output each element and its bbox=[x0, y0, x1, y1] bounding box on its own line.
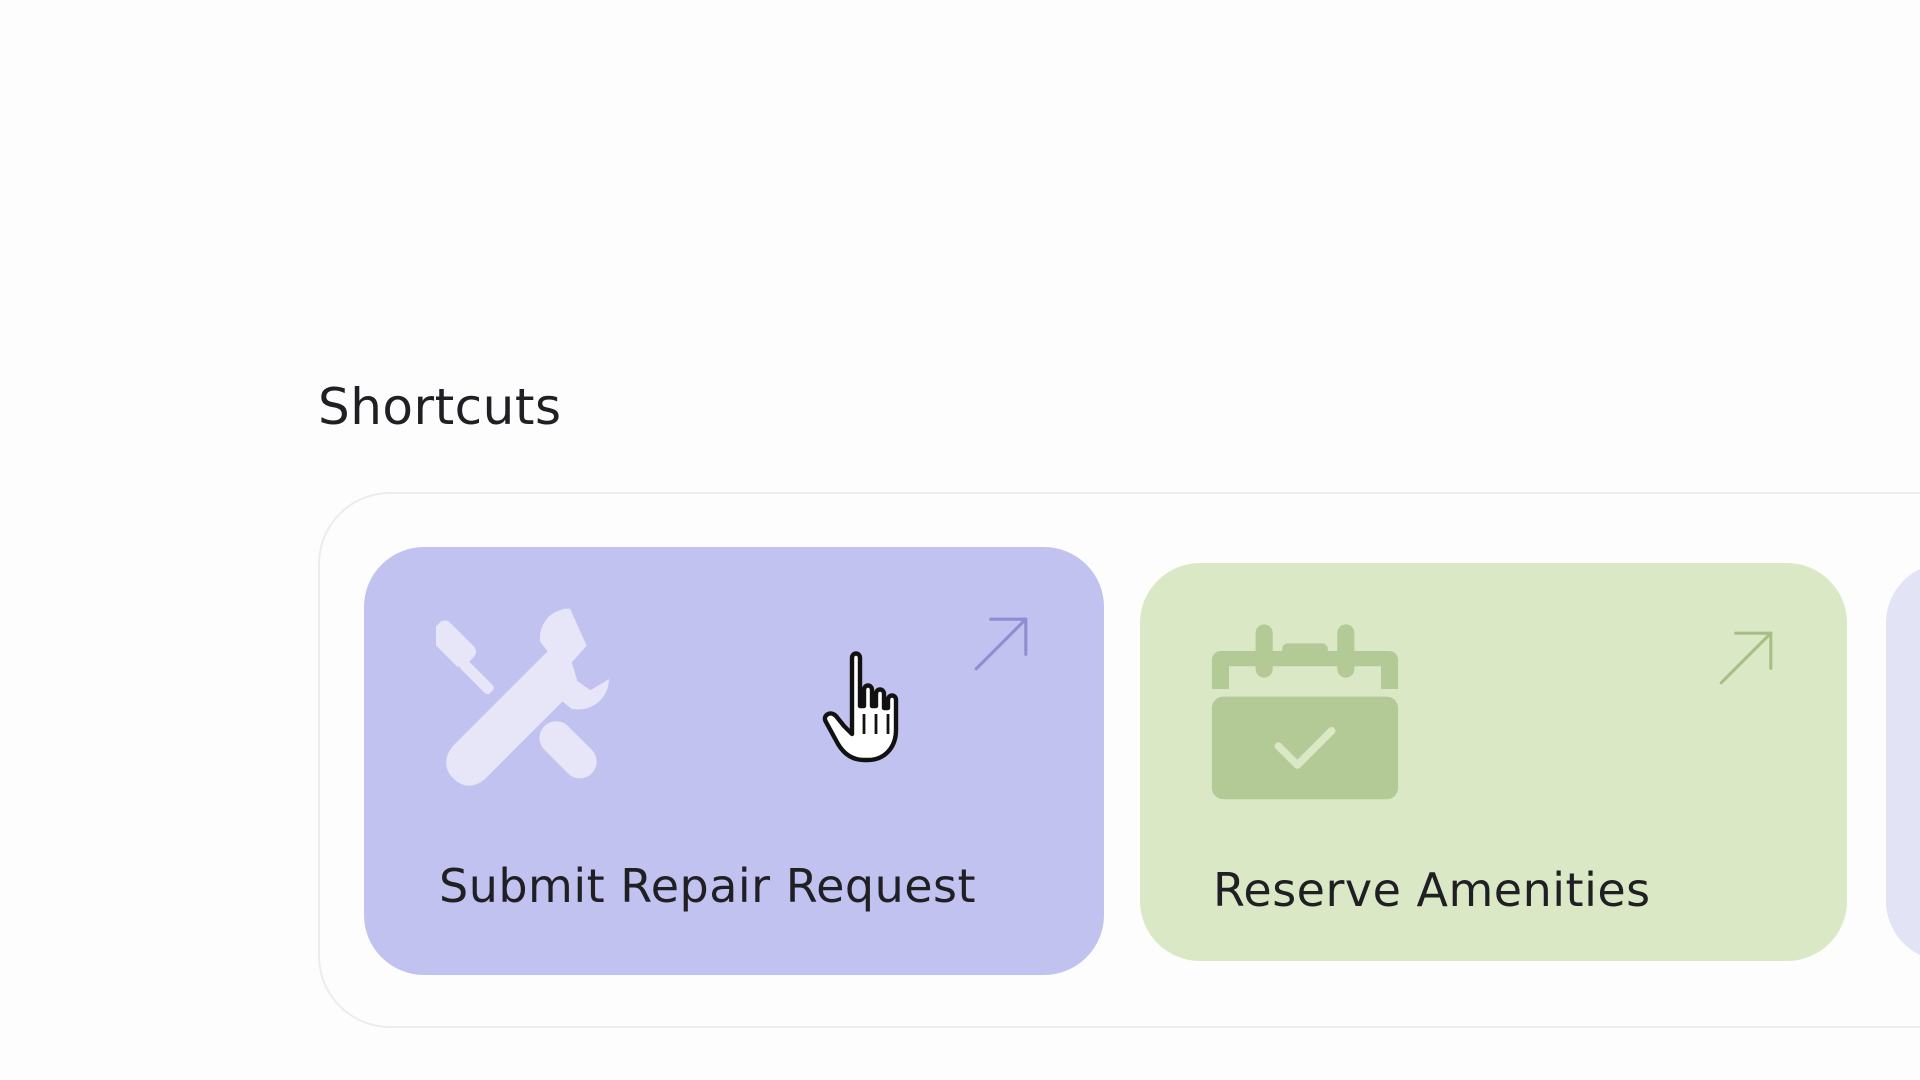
shortcut-card-label: Submit Repair Request bbox=[439, 859, 977, 913]
tools-icon bbox=[436, 608, 609, 786]
shortcut-card-partial[interactable] bbox=[1886, 563, 1920, 961]
section-title-shortcuts: Shortcuts bbox=[318, 378, 562, 436]
shortcut-card-reserve-amenities[interactable]: Reserve Amenities bbox=[1140, 563, 1847, 961]
shortcut-card-submit-repair-request[interactable]: Submit Repair Request bbox=[364, 547, 1104, 975]
shortcut-card-label: Reserve Amenities bbox=[1213, 863, 1651, 917]
page: Shortcuts Submit Repair Request Reserve … bbox=[0, 0, 1920, 1080]
calendar-check-icon bbox=[1211, 624, 1399, 800]
arrow-up-right-icon bbox=[974, 617, 1028, 671]
arrow-up-right-icon bbox=[1719, 631, 1773, 685]
